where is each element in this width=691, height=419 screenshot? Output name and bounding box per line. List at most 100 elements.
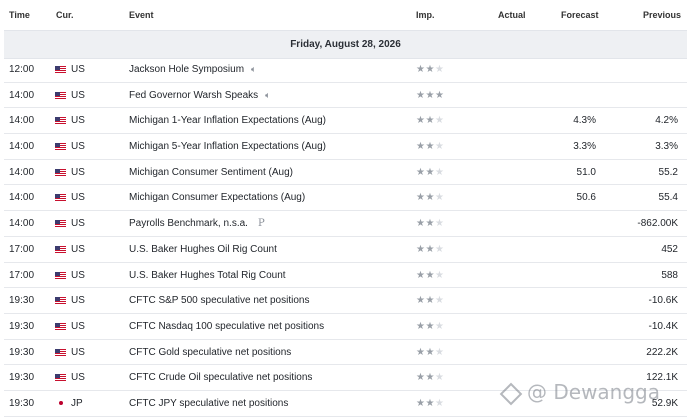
table-row[interactable]: 14:00 US Payrolls Benchmark, n.s.a. P ★★★ -86… [4,211,687,237]
importance-stars: ★★★ [416,263,444,288]
event-name[interactable]: Michigan 1-Year Inflation Expectations (… [129,108,326,133]
previous-value: 55.2 [658,166,678,178]
table-row[interactable]: 14:00 US Michigan Consumer Sentiment (Aug)… [4,160,687,186]
table-row[interactable]: 14:00 US Michigan 5-Year Inflation Expecta… [4,134,687,160]
event-currency: US [71,269,85,281]
us-flag-icon [55,245,66,253]
event-name[interactable]: Fed Governor Warsh Speaks 🔈︎ [129,83,271,108]
event-name[interactable]: CFTC Crude Oil speculative net positions [129,365,312,390]
event-currency: US [71,295,85,307]
event-name-text: CFTC Nasdaq 100 speculative net position… [129,320,325,332]
us-flag-icon [55,297,66,305]
star-icon: ★ [425,346,435,358]
importance-stars: ★★★ [416,391,444,416]
event-name-text: Jackson Hole Symposium [129,64,245,75]
star-icon: ★ [434,346,445,358]
importance-stars: ★★★ [416,340,444,365]
event-currency: US [71,243,85,255]
preliminary-icon: P [257,218,265,230]
event-currency: US [71,166,85,178]
us-flag-icon [55,348,66,356]
us-flag-icon [55,374,66,382]
star-icon: ★ [434,115,445,127]
event-currency: JP [71,397,83,409]
previous-value: 3.3% [655,141,678,153]
star-icon: ★ [434,269,445,281]
us-flag-icon [55,66,66,73]
event-name[interactable]: CFTC JPY speculative net positions [129,391,288,416]
header-importance[interactable]: Imp. [416,10,435,20]
event-time: 12:00 [9,64,35,75]
event-currency: US [71,218,85,230]
header-actual[interactable]: Actual [498,10,526,20]
star-icon: ★ [425,269,435,281]
table-row[interactable]: 17:00 US U.S. Baker Hughes Total Rig Count… [4,263,687,289]
event-name-text: Michigan 1-Year Inflation Expectations (… [129,115,326,127]
forecast-value: 51.0 [576,166,596,178]
table-row[interactable]: 14:00 US Fed Governor Warsh Speaks 🔈︎ ★★★ [4,83,687,109]
table-row[interactable]: 19:30 US CFTC Gold speculative net positio… [4,340,687,366]
event-name-text: Michigan Consumer Expectations (Aug) [129,192,306,204]
event-name-text: CFTC Crude Oil speculative net positions [129,372,313,384]
importance-stars: ★★★ [416,57,444,82]
importance-stars: ★★★ [416,365,444,390]
table-row[interactable]: 12:00 US Jackson Hole Symposium 🔈︎ ★★★ [4,57,687,83]
star-icon: ★ [434,218,445,230]
event-currency: US [71,320,85,332]
event-name[interactable]: Michigan 5-Year Inflation Expectations (… [129,134,326,159]
event-currency: US [71,141,85,153]
header-currency[interactable]: Cur. [56,10,74,20]
event-name[interactable]: CFTC S&P 500 speculative net positions [129,288,309,313]
event-time: 17:00 [9,269,35,281]
star-icon: ★ [425,192,435,204]
forecast-value: 4.3% [573,115,596,127]
event-name[interactable]: U.S. Baker Hughes Oil Rig Count [129,237,277,262]
event-time: 14:00 [9,218,35,230]
us-flag-icon [55,117,66,125]
header-event[interactable]: Event [129,10,154,20]
event-name[interactable]: Payrolls Benchmark, n.s.a. P [129,211,265,236]
importance-stars: ★★★ [416,211,444,236]
table-row[interactable]: 14:00 US Michigan 1-Year Inflation Expecta… [4,108,687,135]
speaker-icon: 🔈︎ [251,64,257,74]
event-time: 19:30 [9,372,35,384]
previous-value: -10.4K [648,320,678,332]
event-name-text: Fed Governor Warsh Speaks [129,89,259,101]
us-flag-icon [55,220,66,228]
event-time: 14:00 [9,192,35,204]
event-name-text: CFTC Gold speculative net positions [129,346,292,358]
event-currency: US [71,192,85,204]
event-time: 14:00 [9,115,35,127]
star-icon: ★ [425,320,435,332]
event-currency: US [71,346,85,358]
event-time: 17:00 [9,243,35,255]
watermark-logo-icon [499,382,523,405]
star-icon: ★ [425,64,435,75]
importance-stars: ★★★ [416,185,444,210]
event-name[interactable]: Jackson Hole Symposium 🔈︎ [129,57,256,82]
event-time: 19:30 [9,346,35,358]
event-name[interactable]: CFTC Gold speculative net positions [129,340,291,365]
event-name[interactable]: Michigan Consumer Expectations (Aug) [129,185,305,210]
importance-stars: ★★★ [416,237,444,262]
event-time: 19:30 [9,295,35,307]
event-rows: 12:00 US Jackson Hole Symposium 🔈︎ ★★★ 14:00 U… [0,57,691,417]
star-icon: ★ [425,243,435,255]
watermark: @ Dewangga [499,380,660,405]
event-name[interactable]: U.S. Baker Hughes Total Rig Count [129,263,286,288]
watermark-text: @ Dewangga [527,380,660,404]
event-name[interactable]: Michigan Consumer Sentiment (Aug) [129,160,293,185]
star-icon: ★ [434,192,445,204]
header-forecast[interactable]: Forecast [561,10,599,20]
header-previous[interactable]: Previous [643,10,681,20]
header-time[interactable]: Time [9,10,30,20]
event-name[interactable]: CFTC Nasdaq 100 speculative net position… [129,314,324,339]
table-row[interactable]: 17:00 US U.S. Baker Hughes Oil Rig Count ★★… [4,237,687,263]
table-row[interactable]: 19:30 US CFTC S&P 500 speculative net posi… [4,288,687,314]
star-icon: ★ [434,320,445,332]
table-row[interactable]: 14:00 US Michigan Consumer Expectations (A… [4,185,687,212]
star-icon: ★ [434,89,445,101]
forecast-value: 3.3% [573,141,596,153]
previous-value: 222.2K [646,346,678,358]
table-row[interactable]: 19:30 US CFTC Nasdaq 100 speculative net p… [4,314,687,340]
